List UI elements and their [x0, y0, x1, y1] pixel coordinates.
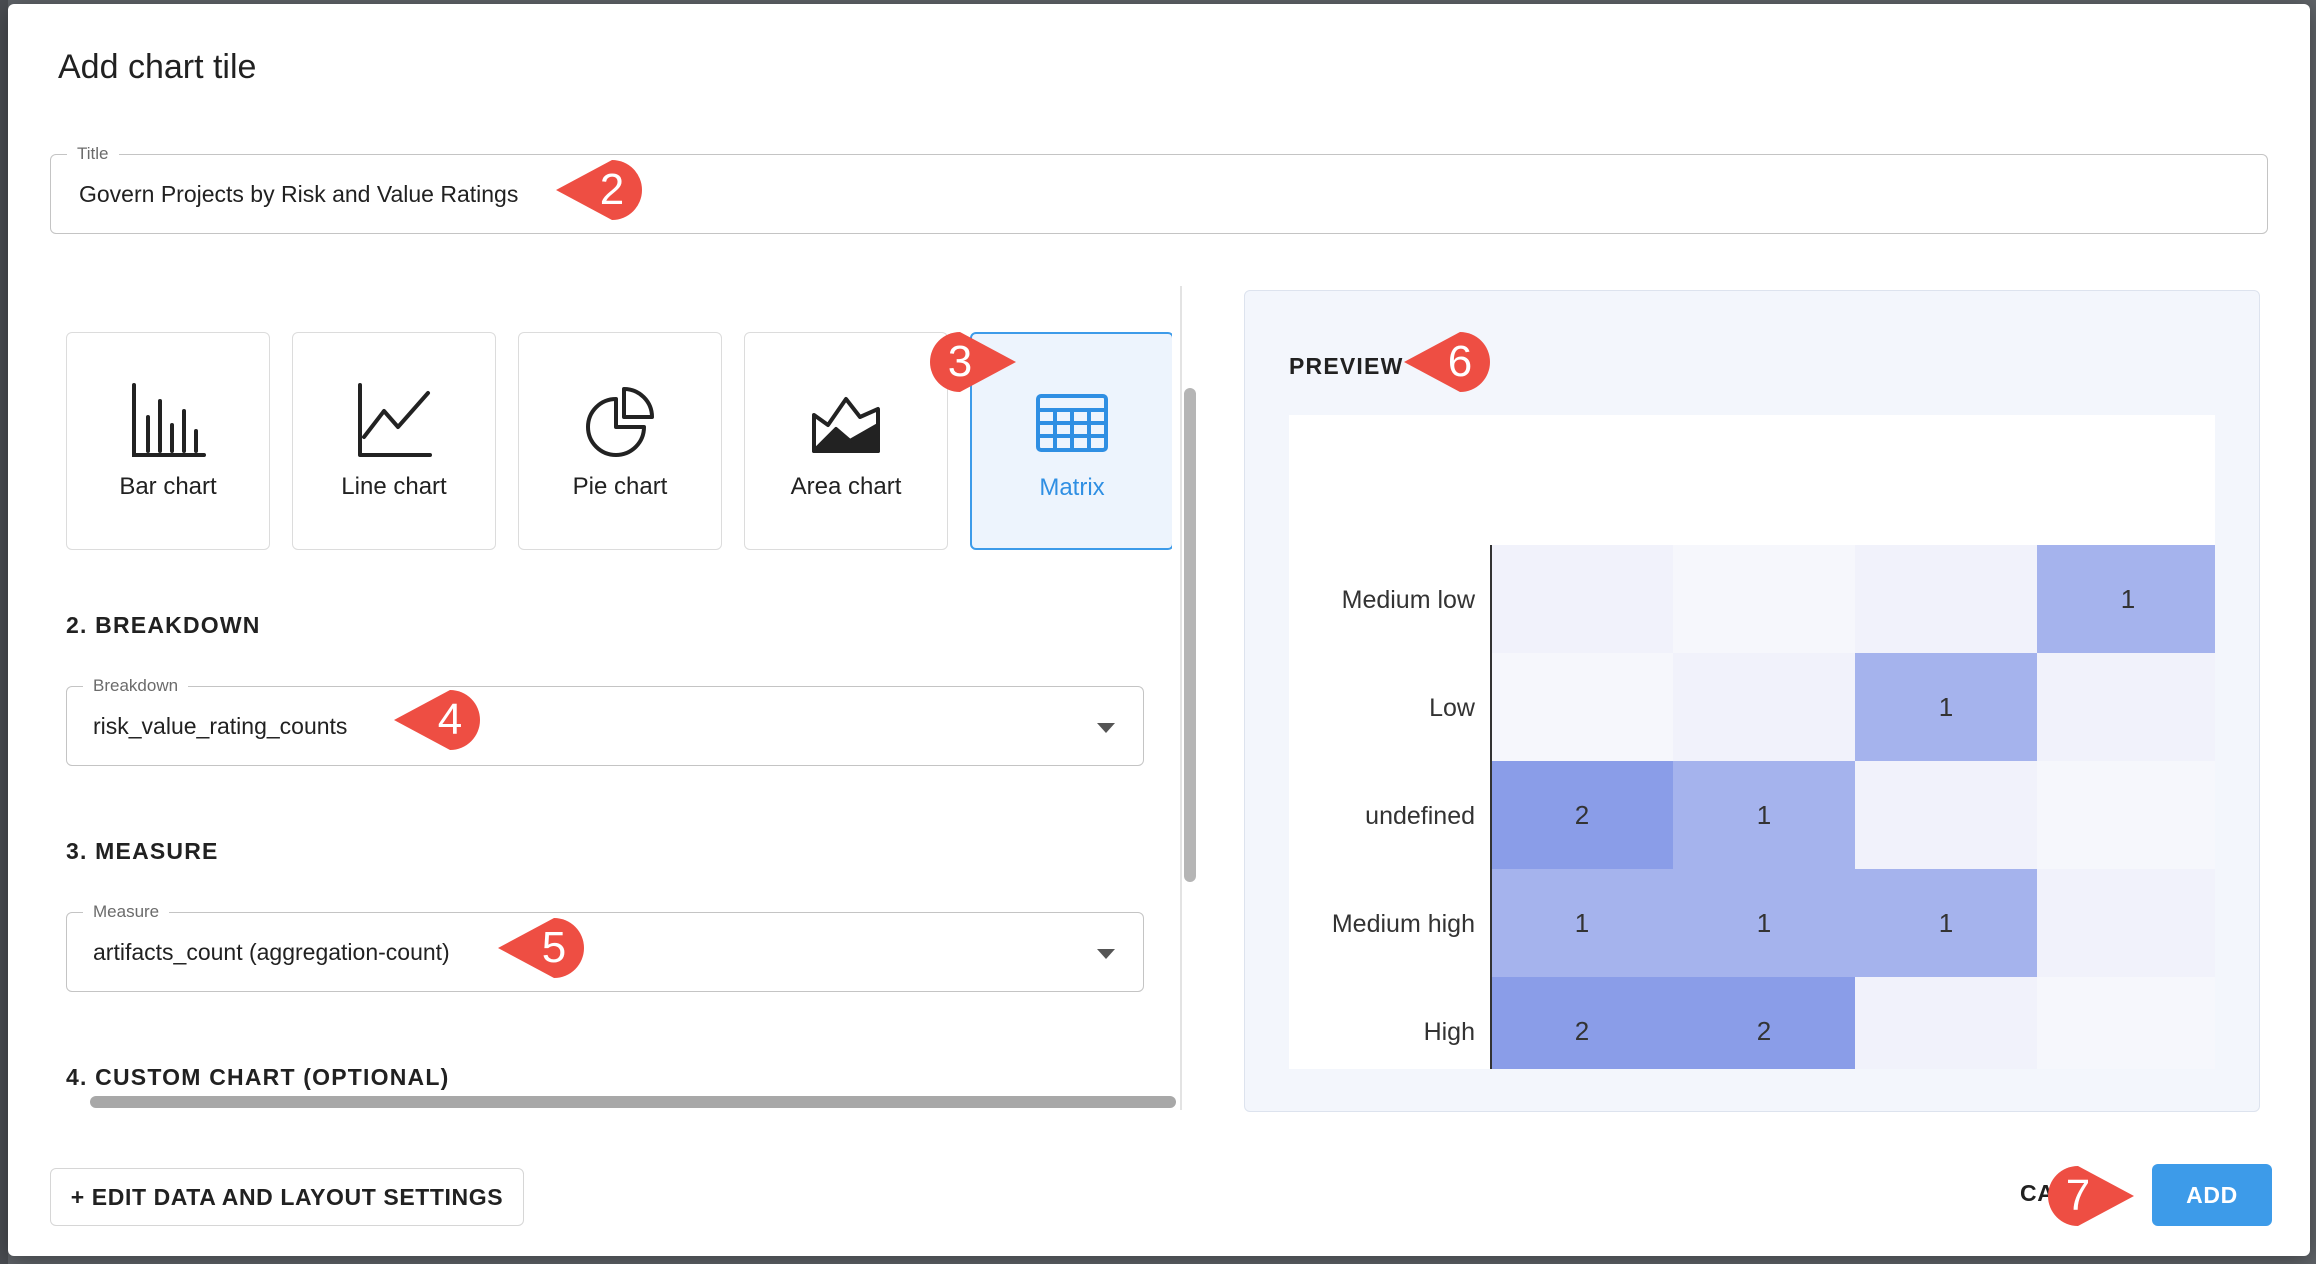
chevron-down-icon[interactable]: [1097, 949, 1115, 959]
bar-chart-icon: [128, 381, 208, 461]
callout-number: 2: [599, 165, 625, 214]
matrix-cell: [2037, 761, 2215, 869]
callout-marker: 2: [554, 150, 654, 230]
matrix-cell-label: 1: [2121, 584, 2135, 614]
breakdown-value: risk_value_rating_counts: [93, 712, 348, 739]
preview-title: PREVIEW: [1289, 353, 1404, 379]
callout-marker: 7: [2036, 1156, 2136, 1236]
y-tick-label: High: [1424, 1018, 1475, 1046]
callout-number: 5: [541, 923, 567, 972]
chart-type-label: Area chart: [790, 473, 902, 500]
preview-panel: PREVIEW 1121411122Medium lowLowundefined…: [1244, 290, 2260, 1112]
matrix-cell: [1855, 977, 2037, 1069]
matrix-cell-label: 2: [1757, 1016, 1771, 1046]
title-input[interactable]: Title Govern Projects by Risk and Value …: [50, 144, 2268, 234]
callout-marker: 4: [392, 680, 492, 760]
measure-value: artifacts_count (aggregation-count): [93, 938, 450, 965]
callout-number: 4: [437, 695, 463, 744]
matrix-cell-label: 2: [1575, 800, 1589, 830]
pie-chart-icon: [580, 381, 660, 461]
callout-marker: 5: [496, 908, 596, 988]
chart-type-bar[interactable]: Bar chart: [66, 332, 270, 550]
dialog-title: Add chart tile: [58, 48, 257, 86]
y-tick-label: Low: [1429, 694, 1476, 722]
matrix-preview-chart: 1121411122Medium lowLowundefinedMedium h…: [1289, 415, 2215, 1069]
matrix-cell-label: 1: [1939, 908, 1953, 938]
callout-number: 3: [947, 337, 973, 386]
matrix-cell: [2037, 977, 2215, 1069]
callout-marker: 6: [1402, 322, 1502, 402]
matrix-cell: [2037, 653, 2215, 761]
edit-data-layout-settings-button[interactable]: + EDIT DATA AND LAYOUT SETTINGS: [50, 1168, 524, 1226]
title-field-value[interactable]: Govern Projects by Risk and Value Rating…: [79, 155, 518, 233]
line-chart-icon: [354, 381, 434, 461]
measure-heading: 3. MEASURE: [66, 838, 219, 864]
matrix-cell: [1491, 545, 1673, 653]
chart-type-pie[interactable]: Pie chart: [518, 332, 722, 550]
matrix-table-icon: [1032, 382, 1112, 462]
add-chart-tile-dialog: Add chart tile Title Govern Projects by …: [8, 4, 2310, 1256]
backdrop: [0, 0, 8, 1264]
matrix-cell: [1855, 761, 2037, 869]
matrix-cell-label: 1: [1757, 800, 1771, 830]
callout-number: 6: [1447, 337, 1473, 386]
matrix-cell: [2037, 869, 2215, 977]
chart-type-label: Line chart: [341, 473, 447, 500]
chart-type-label: Pie chart: [572, 473, 668, 500]
chart-type-label: Matrix: [1039, 474, 1105, 501]
measure-select[interactable]: Measure artifacts_count (aggregation-cou…: [66, 902, 1144, 992]
matrix-cell-label: 1: [1939, 692, 1953, 722]
area-chart-icon: [806, 381, 886, 461]
matrix-cell-label: 2: [1575, 1016, 1589, 1046]
callout-marker: 3: [918, 322, 1018, 402]
custom-chart-heading: 4. CUSTOM CHART (OPTIONAL): [66, 1064, 450, 1090]
chart-type-line[interactable]: Line chart: [292, 332, 496, 550]
chart-type-label: Bar chart: [119, 473, 217, 500]
vertical-scrollbar[interactable]: [1184, 388, 1196, 882]
horizontal-scrollbar[interactable]: [90, 1096, 1176, 1108]
chevron-down-icon[interactable]: [1097, 723, 1115, 733]
breakdown-select[interactable]: Breakdown risk_value_rating_counts: [66, 676, 1144, 766]
matrix-chart-svg: 1121411122Medium lowLowundefinedMedium h…: [1332, 545, 2215, 1069]
y-tick-label: undefined: [1365, 802, 1475, 830]
callout-number: 7: [2065, 1171, 2091, 1220]
matrix-cell: [1673, 545, 1855, 653]
matrix-cell-label: 1: [1575, 908, 1589, 938]
breakdown-heading: 2. BREAKDOWN: [66, 612, 261, 638]
matrix-cell: [1855, 545, 2037, 653]
matrix-cell: [1673, 653, 1855, 761]
matrix-cell-label: 1: [1757, 908, 1771, 938]
chart-config-panel: Bar chart Line chart Pie chart Area char…: [50, 286, 1172, 1108]
y-tick-label: Medium low: [1342, 586, 1476, 614]
y-tick-label: Medium high: [1332, 910, 1475, 938]
matrix-cell: [1491, 653, 1673, 761]
add-button[interactable]: ADD: [2152, 1164, 2272, 1226]
panel-divider: [1180, 286, 1182, 1110]
